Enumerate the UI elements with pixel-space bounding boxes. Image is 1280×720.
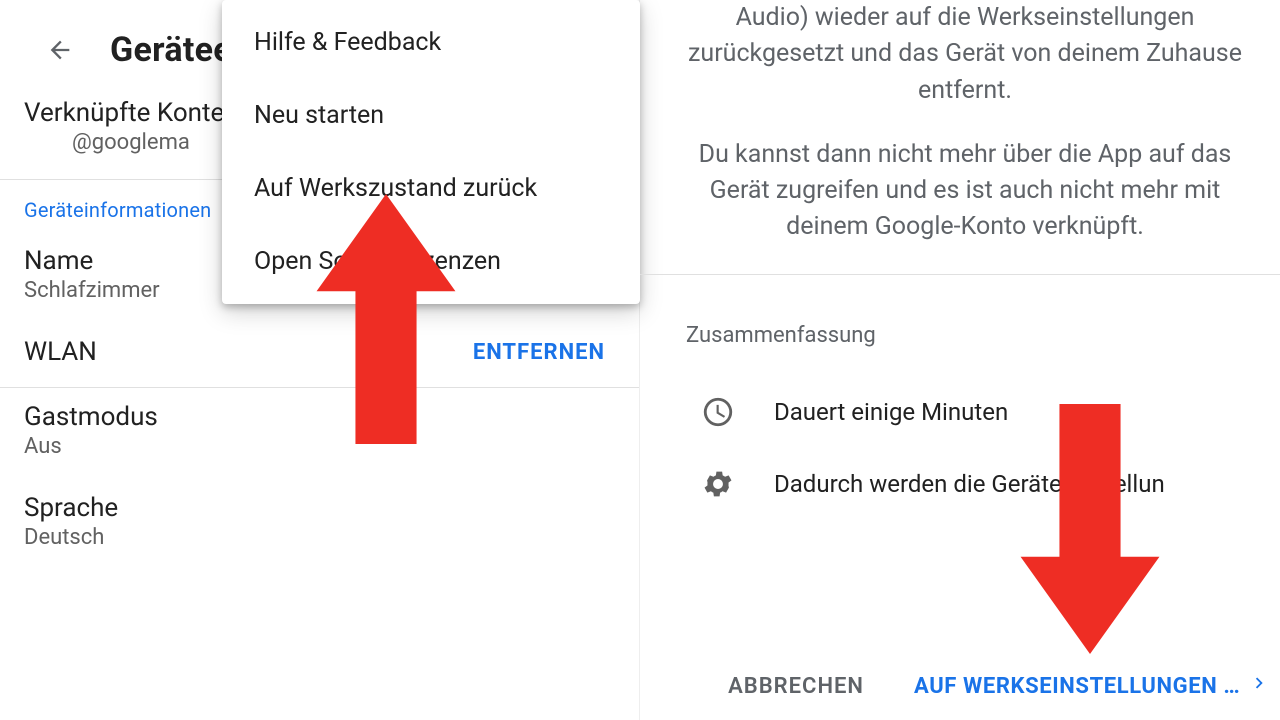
summary-duration-text: Dauert einige Minuten: [774, 398, 1008, 426]
back-button[interactable]: [40, 30, 80, 70]
menu-factory-reset[interactable]: Auf Werkszustand zurück: [222, 152, 640, 225]
summary-item-settings: Dadurch werden die Geräteeinstellun: [640, 448, 1280, 520]
row-guest-mode[interactable]: Gastmodus Aus: [0, 388, 639, 479]
confirm-factory-reset-button[interactable]: AUF WERKSEINSTELLUNGEN …: [904, 658, 1260, 714]
dialog-paragraph-2: Du kannst dann nicht mehr über die App a…: [686, 137, 1244, 246]
arrow-left-icon: [46, 36, 74, 64]
dialog-actions: ABBRECHEN AUF WERKSEINSTELLUNGEN …: [640, 660, 1280, 720]
device-settings-screen: Gerätee Verknüpfte Konte @googlema Gerät…: [0, 0, 640, 720]
factory-reset-dialog: Audio) wieder auf die Werkseinstellungen…: [640, 0, 1280, 720]
row-name-label: Name: [24, 246, 160, 276]
summary-settings-text: Dadurch werden die Geräteeinstellun: [774, 470, 1165, 498]
confirm-button-label: AUF WERKSEINSTELLUNGEN …: [914, 674, 1240, 699]
cancel-button[interactable]: ABBRECHEN: [716, 660, 876, 713]
clock-icon: [696, 390, 740, 434]
gear-icon: [696, 462, 740, 506]
menu-open-source-licenses[interactable]: Open Source-Lizenzen: [222, 225, 640, 298]
summary-item-duration: Dauert einige Minuten: [640, 376, 1280, 448]
menu-restart[interactable]: Neu starten: [222, 79, 640, 152]
row-language-label: Sprache: [24, 493, 118, 523]
row-wifi-label: WLAN: [24, 337, 97, 367]
row-guest-value: Aus: [24, 434, 158, 459]
row-wifi[interactable]: WLAN ENTFERNEN: [0, 323, 639, 387]
dialog-paragraph-1: Audio) wieder auf die Werkseinstellungen…: [686, 0, 1244, 109]
row-name-value: Schlafzimmer: [24, 278, 160, 303]
menu-help-feedback[interactable]: Hilfe & Feedback: [222, 6, 640, 79]
page-title: Gerätee: [110, 30, 232, 70]
row-guest-label: Gastmodus: [24, 402, 158, 432]
summary-heading: Zusammenfassung: [640, 275, 1280, 376]
wifi-remove-button[interactable]: ENTFERNEN: [473, 340, 615, 365]
row-language[interactable]: Sprache Deutsch: [0, 479, 639, 570]
chevron-right-icon: [1248, 672, 1270, 700]
row-language-value: Deutsch: [24, 525, 118, 550]
overflow-menu: Hilfe & Feedback Neu starten Auf Werkszu…: [222, 0, 640, 304]
